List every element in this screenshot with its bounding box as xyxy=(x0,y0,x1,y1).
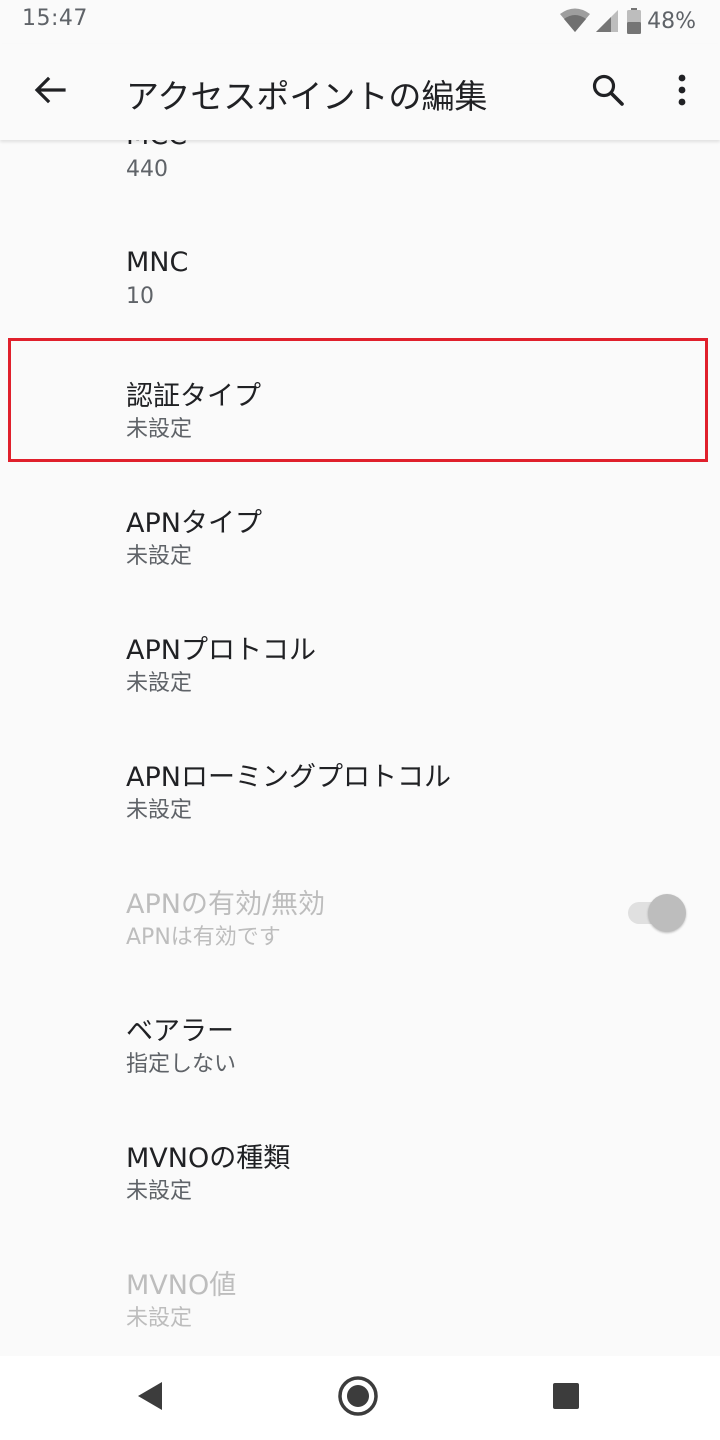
pref-summary: APNは有効です xyxy=(126,925,281,950)
apn-enable-toggle xyxy=(648,894,686,932)
pref-title: MVNOの種類 xyxy=(126,1143,291,1174)
battery-icon xyxy=(627,8,642,34)
search-button[interactable] xyxy=(584,68,632,116)
more-options-button[interactable] xyxy=(658,68,706,116)
highlight-frame xyxy=(8,338,708,462)
pref-summary: 未設定 xyxy=(126,544,193,569)
preference-list: MCC 440 MNC 10 認証タイプ 未設定 APNタイプ 未設定 APNプ… xyxy=(0,140,720,1356)
pref-summary: 未設定 xyxy=(126,671,193,696)
page-title: アクセスポイントの編集 xyxy=(126,77,488,116)
pref-mcc[interactable]: MCC 440 xyxy=(0,140,720,205)
pref-mvno-value: MVNO値 未設定 xyxy=(0,1221,720,1348)
pref-title: MNC xyxy=(126,247,189,278)
pref-title: APNタイプ xyxy=(126,508,262,539)
nav-back-icon xyxy=(135,1380,165,1416)
status-bar: 15:47 48% xyxy=(0,0,720,44)
pref-title: MCC xyxy=(126,140,187,151)
pref-mnc[interactable]: MNC 10 xyxy=(0,205,720,332)
arrow-back-icon xyxy=(33,73,67,111)
pref-summary: 440 xyxy=(126,157,168,182)
pref-bearer[interactable]: ベアラー 指定しない xyxy=(0,967,720,1094)
pref-title: APNローミングプロトコル xyxy=(126,762,451,793)
status-icons: 48% xyxy=(559,6,696,36)
pref-title: MVNO値 xyxy=(126,1270,237,1301)
search-icon xyxy=(591,73,625,111)
status-time: 15:47 xyxy=(22,6,88,31)
pref-title: ベアラー xyxy=(126,1016,234,1047)
wifi-icon xyxy=(559,8,591,34)
app-bar: アクセスポイントの編集 xyxy=(0,44,720,140)
pref-title: APNプロトコル xyxy=(126,635,316,666)
pref-apn-protocol[interactable]: APNプロトコル 未設定 xyxy=(0,586,720,713)
pref-apn-enable: APNの有効/無効 APNは有効です xyxy=(0,840,720,967)
nav-recents-button[interactable] xyxy=(536,1368,596,1428)
pref-apn-type[interactable]: APNタイプ 未設定 xyxy=(0,459,720,586)
more-vert-icon xyxy=(677,74,687,110)
pref-title: APNの有効/無効 xyxy=(126,889,326,920)
back-button[interactable] xyxy=(26,68,74,116)
pref-summary: 未設定 xyxy=(126,1306,193,1331)
pref-summary: 指定しない xyxy=(126,1052,237,1077)
nav-home-button[interactable] xyxy=(328,1368,388,1428)
pref-summary: 未設定 xyxy=(126,798,193,823)
pref-apn-roaming-protocol[interactable]: APNローミングプロトコル 未設定 xyxy=(0,713,720,840)
nav-back-button[interactable] xyxy=(120,1368,180,1428)
navigation-bar xyxy=(0,1356,720,1440)
nav-recents-icon xyxy=(552,1382,580,1414)
pref-summary: 未設定 xyxy=(126,1179,193,1204)
cellular-signal-icon xyxy=(595,9,619,33)
pref-mvno-type[interactable]: MVNOの種類 未設定 xyxy=(0,1094,720,1221)
pref-summary: 10 xyxy=(126,284,154,309)
battery-percent: 48% xyxy=(647,8,696,34)
nav-home-icon xyxy=(337,1375,379,1421)
